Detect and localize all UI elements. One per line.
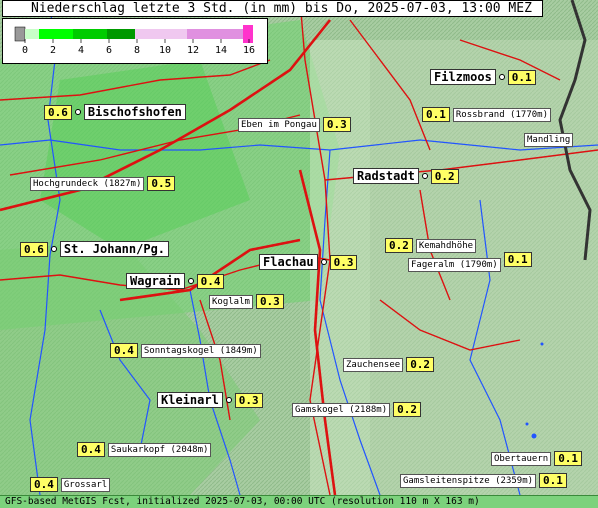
place-name: Eben im Pongau — [238, 117, 320, 132]
precip-value: 0.1 — [539, 473, 567, 488]
place-fageralm[interactable]: Fageralm (1790m) 0.1 — [408, 246, 532, 272]
place-hochgrundeck[interactable]: Hochgrundeck (1827m) 0.5 — [30, 176, 176, 191]
location-marker-icon — [74, 109, 81, 115]
place-saukarkopf[interactable]: 0.4 Saukarkopf (2048m) — [77, 442, 212, 457]
place-name: Radstadt — [353, 168, 419, 184]
place-flachau[interactable]: Flachau 0.3 — [259, 254, 358, 270]
precip-value: 0.4 — [196, 273, 225, 289]
legend-tick: 4 — [77, 45, 85, 56]
location-marker-icon — [225, 397, 232, 403]
place-name: Sonntagskogel (1849m) — [140, 343, 261, 358]
legend-swatch-max — [243, 25, 253, 43]
location-marker-icon — [50, 246, 57, 252]
place-gamsleitenspitze[interactable]: Gamsleitenspitze (2359m) 0.1 — [400, 473, 567, 488]
place-wagrain[interactable]: Wagrain 0.4 — [126, 273, 225, 289]
place-name: Gamsleitenspitze (2359m) — [400, 473, 537, 488]
place-name: Mandling — [524, 133, 574, 147]
place-zauchensee[interactable]: Zauchensee 0.2 — [343, 357, 435, 372]
model-info-footer: GFS-based MetGIS Fcst, initialized 2025-… — [0, 495, 598, 508]
precip-value: 0.3 — [329, 254, 358, 270]
legend-scale — [14, 25, 253, 43]
legend-swatch — [107, 29, 135, 39]
map-title: Niederschlag letzte 3 Std. (in mm) bis D… — [2, 0, 543, 17]
precipitation-map: Niederschlag letzte 3 Std. (in mm) bis D… — [0, 0, 598, 508]
place-mandling[interactable]: Mandling — [524, 133, 574, 147]
location-marker-icon — [421, 173, 428, 179]
legend-tick: 14 — [214, 45, 228, 56]
place-name: Flachau — [259, 254, 318, 270]
place-name: Filzmoos — [430, 69, 496, 85]
place-radstadt[interactable]: Radstadt 0.2 — [353, 168, 459, 184]
place-name: Saukarkopf (2048m) — [107, 442, 212, 457]
place-koglalm[interactable]: Koglalm 0.3 — [209, 294, 284, 309]
place-name: Hochgrundeck (1827m) — [30, 176, 145, 191]
precip-value: 0.2 — [406, 357, 435, 372]
legend-tick: 8 — [133, 45, 141, 56]
precip-value: 0.3 — [322, 117, 351, 132]
place-bischofshofen[interactable]: 0.6 Bischofshofen — [44, 104, 186, 120]
place-grossarl[interactable]: 0.4 Grossarl — [30, 477, 111, 492]
legend-tick: 6 — [105, 45, 113, 56]
precip-value: 0.3 — [234, 392, 263, 408]
place-name: Kleinarl — [157, 392, 223, 408]
legend-tick: 16 — [242, 45, 256, 56]
place-eben[interactable]: Eben im Pongau 0.3 — [238, 117, 351, 132]
precip-value: 0.4 — [77, 442, 105, 457]
place-name: Koglalm — [209, 294, 253, 309]
place-gamskogel[interactable]: Gamskogel (2188m) 0.2 — [292, 402, 421, 417]
precip-value: 0.2 — [393, 402, 421, 417]
legend-swatch — [187, 29, 243, 39]
legend-tick: 2 — [49, 45, 57, 56]
location-marker-icon — [187, 278, 194, 284]
place-name: St. Johann/Pg. — [59, 241, 170, 257]
precip-value: 0.6 — [44, 104, 72, 120]
place-filzmoos[interactable]: Filzmoos 0.1 — [430, 69, 536, 85]
place-stjohann[interactable]: 0.6 St. Johann/Pg. — [20, 241, 170, 257]
location-marker-icon — [498, 74, 505, 80]
place-name: Zauchensee — [343, 357, 404, 372]
precip-value: 0.2 — [430, 168, 459, 184]
precip-value: 0.4 — [30, 477, 58, 492]
place-name: Fageralm (1790m) — [408, 258, 501, 272]
legend-tick-marks — [24, 39, 250, 43]
place-sonntagskogel[interactable]: 0.4 Sonntagskogel (1849m) — [110, 343, 261, 358]
precip-value: 0.5 — [147, 176, 176, 191]
legend-tick: 10 — [158, 45, 172, 56]
place-name: Rossbrand (1770m) — [452, 107, 551, 122]
place-name: Gamskogel (2188m) — [292, 402, 391, 417]
place-rossbrand[interactable]: 0.1 Rossbrand (1770m) — [422, 107, 551, 122]
legend-swatch — [39, 29, 73, 39]
legend-swatch — [73, 29, 107, 39]
precip-value: 0.1 — [422, 107, 450, 122]
place-name: Wagrain — [126, 273, 185, 289]
place-name: Grossarl — [60, 477, 111, 492]
precip-value: 0.1 — [554, 451, 583, 466]
precip-value: 0.6 — [20, 241, 48, 257]
place-name: Obertauern — [491, 451, 552, 466]
precip-value: 0.4 — [110, 343, 138, 358]
place-kleinarl[interactable]: Kleinarl 0.3 — [157, 392, 263, 408]
legend-tick: 12 — [186, 45, 200, 56]
legend: 0 2 4 6 8 10 12 14 16 — [2, 18, 268, 64]
precip-value: 0.3 — [255, 294, 284, 309]
legend-tick: 0 — [21, 45, 29, 56]
location-marker-icon — [320, 259, 327, 265]
place-obertauern[interactable]: Obertauern 0.1 — [491, 451, 583, 466]
place-name: Bischofshofen — [83, 104, 186, 120]
legend-swatch — [25, 29, 39, 39]
legend-swatch-none — [14, 26, 26, 42]
precip-value: 0.1 — [503, 251, 532, 267]
precip-value: 0.1 — [507, 69, 536, 85]
legend-swatch — [135, 29, 187, 39]
